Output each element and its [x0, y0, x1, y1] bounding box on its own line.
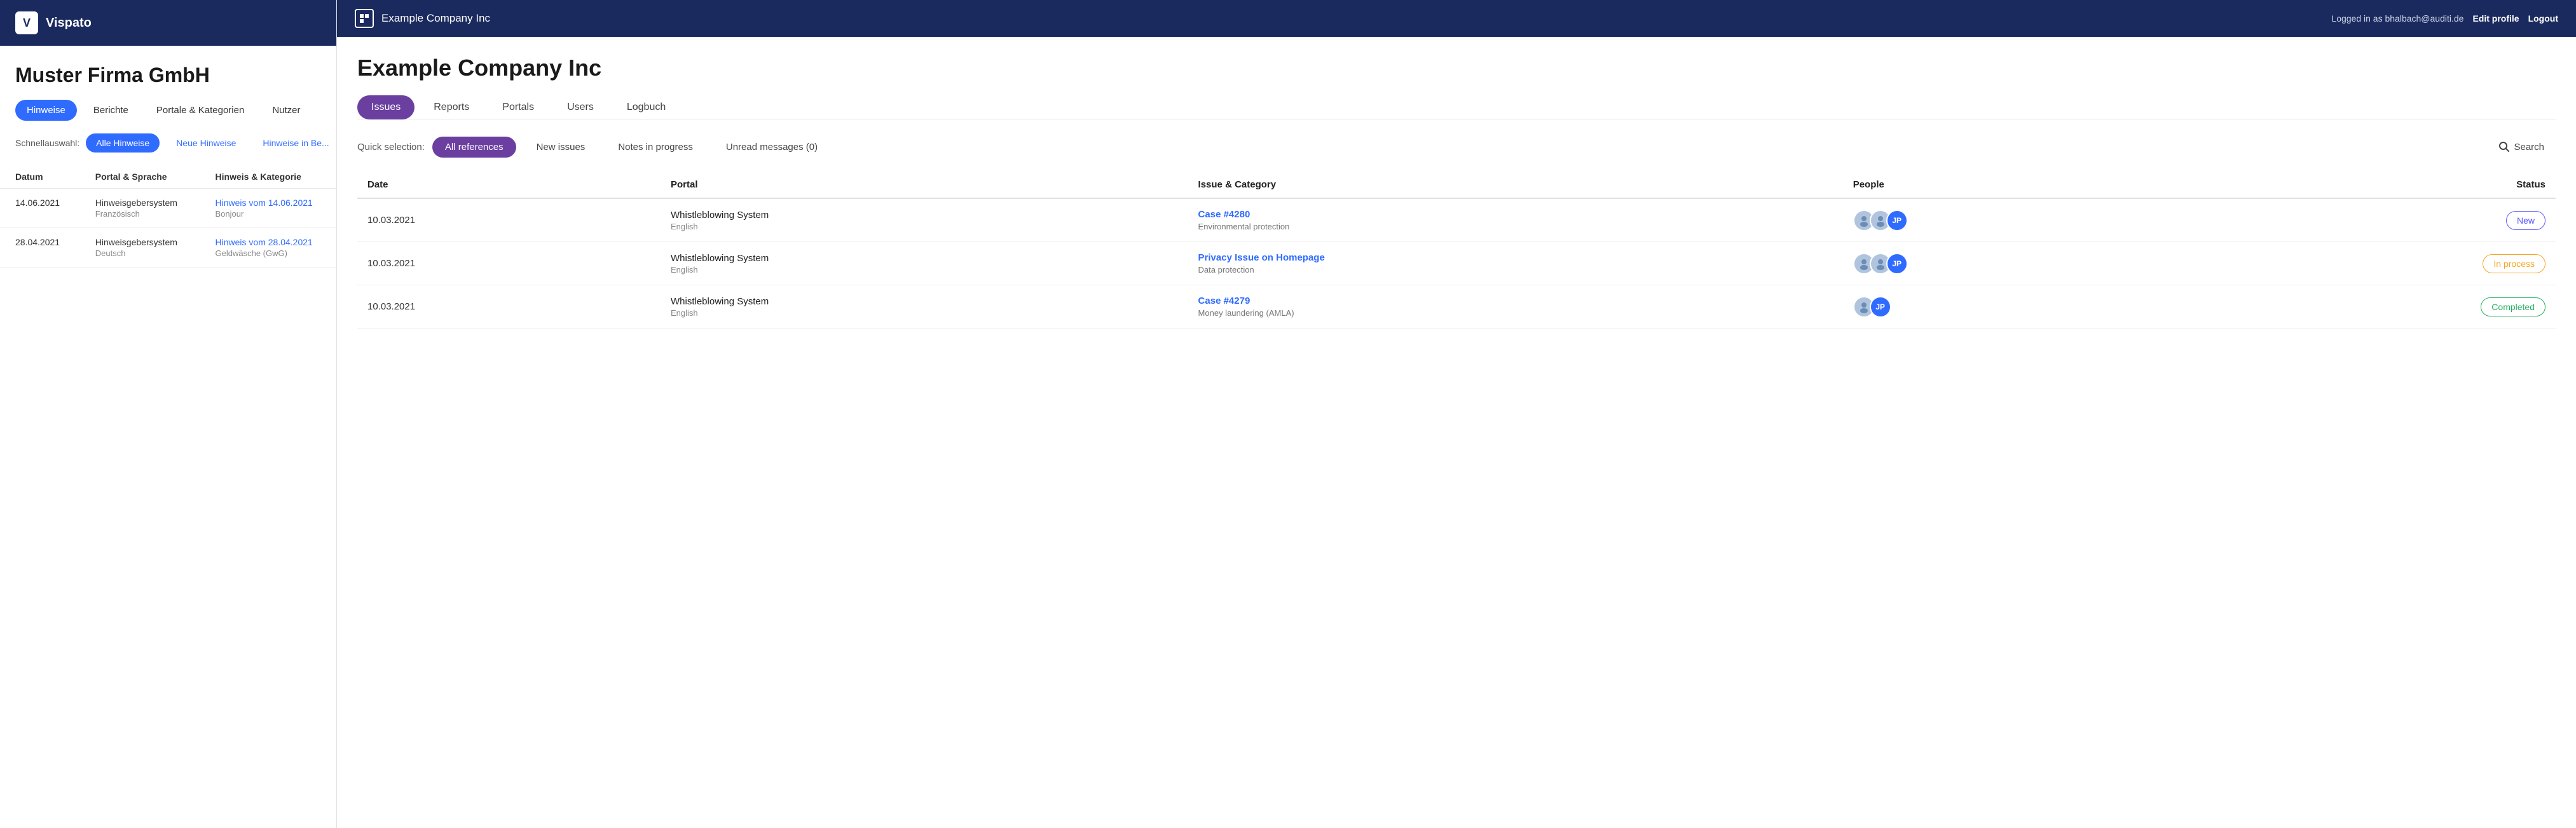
cell-issue[interactable]: Privacy Issue on Homepage Data protectio… [1188, 242, 1843, 285]
topbar-loggedin: Logged in as bhalbach@auditi.de [2331, 13, 2463, 24]
right-topbar: Example Company Inc Logged in as bhalbac… [337, 0, 2576, 37]
left-quick-btn-alle[interactable]: Alle Hinweise [86, 133, 160, 153]
left-cell-portal: Hinweisgebersystem Deutsch [80, 228, 200, 268]
right-quick-label: Quick selection: [357, 142, 425, 153]
vispato-logo: V [15, 11, 38, 34]
topbar-logout[interactable]: Logout [2528, 13, 2558, 24]
left-table-row: 28.04.2021 Hinweisgebersystem Deutsch Hi… [0, 228, 336, 268]
left-issues-table: Datum Portal & Sprache Hinweis & Kategor… [0, 165, 336, 268]
left-quick-btn-neue[interactable]: Neue Hinweise [166, 133, 246, 153]
left-cell-date: 14.06.2021 [0, 189, 80, 228]
left-cell-issue[interactable]: Hinweis vom 28.04.2021 Geldwäsche (GwG) [200, 228, 336, 268]
right-tab-issues[interactable]: Issues [357, 95, 414, 119]
right-quick-btn-unread[interactable]: Unread messages (0) [713, 137, 830, 158]
cell-date: 10.03.2021 [357, 242, 661, 285]
right-search-button[interactable]: Search [2487, 136, 2556, 158]
right-tabs: Issues Reports Portals Users Logbuch [357, 95, 2556, 119]
cell-status: In process [2177, 242, 2556, 285]
right-tab-reports[interactable]: Reports [420, 95, 483, 119]
people-avatars: JP [1853, 253, 2167, 275]
left-company-name: Muster Firma GmbH [0, 46, 336, 100]
right-topbar-company: Example Company Inc [381, 12, 490, 25]
col-status: Status [2177, 172, 2556, 198]
left-panel: V Vispato Muster Firma GmbH Hinweise Ber… [0, 0, 337, 828]
status-badge: Completed [2481, 297, 2545, 316]
right-tab-users[interactable]: Users [553, 95, 608, 119]
issues-table: Date Portal Issue & Category People Stat… [357, 172, 2556, 329]
right-panel: Example Company Inc Logged in as bhalbac… [337, 0, 2576, 828]
col-people: People [1843, 172, 2177, 198]
left-tabs: Hinweise Berichte Portale & Kategorien N… [0, 100, 336, 133]
left-col-portal: Portal & Sprache [80, 165, 200, 189]
table-row: 10.03.2021 Whistleblowing System English… [357, 242, 2556, 285]
cell-issue[interactable]: Case #4279 Money laundering (AMLA) [1188, 285, 1843, 329]
right-quick-btn-notesinprogress[interactable]: Notes in progress [605, 137, 706, 158]
col-issue: Issue & Category [1188, 172, 1843, 198]
right-content: Example Company Inc Issues Reports Porta… [337, 37, 2576, 828]
col-portal: Portal [661, 172, 1188, 198]
left-cell-issue[interactable]: Hinweis vom 14.06.2021 Bonjour [200, 189, 336, 228]
right-quick-btn-allrefs[interactable]: All references [432, 137, 516, 158]
left-header: V Vispato [0, 0, 336, 46]
cell-issue[interactable]: Case #4280 Environmental protection [1188, 198, 1843, 242]
right-tab-portals[interactable]: Portals [488, 95, 548, 119]
cell-people: JP [1843, 198, 2177, 242]
left-quick-btn-inbearbeitung[interactable]: Hinweise in Be... [252, 133, 336, 153]
cell-status: New [2177, 198, 2556, 242]
left-cell-portal: Hinweisgebersystem Französisch [80, 189, 200, 228]
avatar-jp: JP [1886, 210, 1908, 231]
status-badge: In process [2483, 254, 2545, 273]
status-badge: New [2506, 211, 2545, 230]
avatar-jp: JP [1870, 296, 1891, 318]
avatar-jp: JP [1886, 253, 1908, 275]
left-table-row: 14.06.2021 Hinweisgebersystem Französisc… [0, 189, 336, 228]
cell-date: 10.03.2021 [357, 285, 661, 329]
right-company-title: Example Company Inc [357, 55, 2556, 81]
right-tab-logbuch[interactable]: Logbuch [613, 95, 680, 119]
left-col-hinweis: Hinweis & Kategorie [200, 165, 336, 189]
right-topbar-actions: Logged in as bhalbach@auditi.de Edit pro… [2331, 13, 2558, 24]
right-topbar-brand: Example Company Inc [355, 9, 490, 28]
cell-portal: Whistleblowing System English [661, 242, 1188, 285]
cell-portal: Whistleblowing System English [661, 285, 1188, 329]
search-label: Search [2514, 142, 2544, 153]
right-quick-btn-newissues[interactable]: New issues [524, 137, 598, 158]
left-tab-hinweise[interactable]: Hinweise [15, 100, 77, 121]
cell-portal: Whistleblowing System English [661, 198, 1188, 242]
cell-date: 10.03.2021 [357, 198, 661, 242]
table-row: 10.03.2021 Whistleblowing System English… [357, 285, 2556, 329]
left-tab-berichte[interactable]: Berichte [82, 100, 140, 121]
table-row: 10.03.2021 Whistleblowing System English… [357, 198, 2556, 242]
cell-status: Completed [2177, 285, 2556, 329]
people-avatars: JP [1853, 296, 2167, 318]
left-cell-date: 28.04.2021 [0, 228, 80, 268]
people-avatars: JP [1853, 210, 2167, 231]
left-quick-selection: Schnellauswahl: Alle Hinweise Neue Hinwe… [0, 133, 336, 165]
col-date: Date [357, 172, 661, 198]
cell-people: JP [1843, 285, 2177, 329]
left-tab-nutzer[interactable]: Nutzer [261, 100, 312, 121]
left-col-datum: Datum [0, 165, 80, 189]
right-quick-selection: Quick selection: All references New issu… [357, 136, 2556, 158]
cell-people: JP [1843, 242, 2177, 285]
left-brand-name: Vispato [46, 16, 92, 31]
topbar-edit-profile[interactable]: Edit profile [2472, 13, 2519, 24]
right-topbar-logo [355, 9, 374, 28]
search-icon [2498, 141, 2510, 153]
left-quick-label: Schnellauswahl: [15, 138, 79, 148]
left-tab-portale[interactable]: Portale & Kategorien [145, 100, 256, 121]
